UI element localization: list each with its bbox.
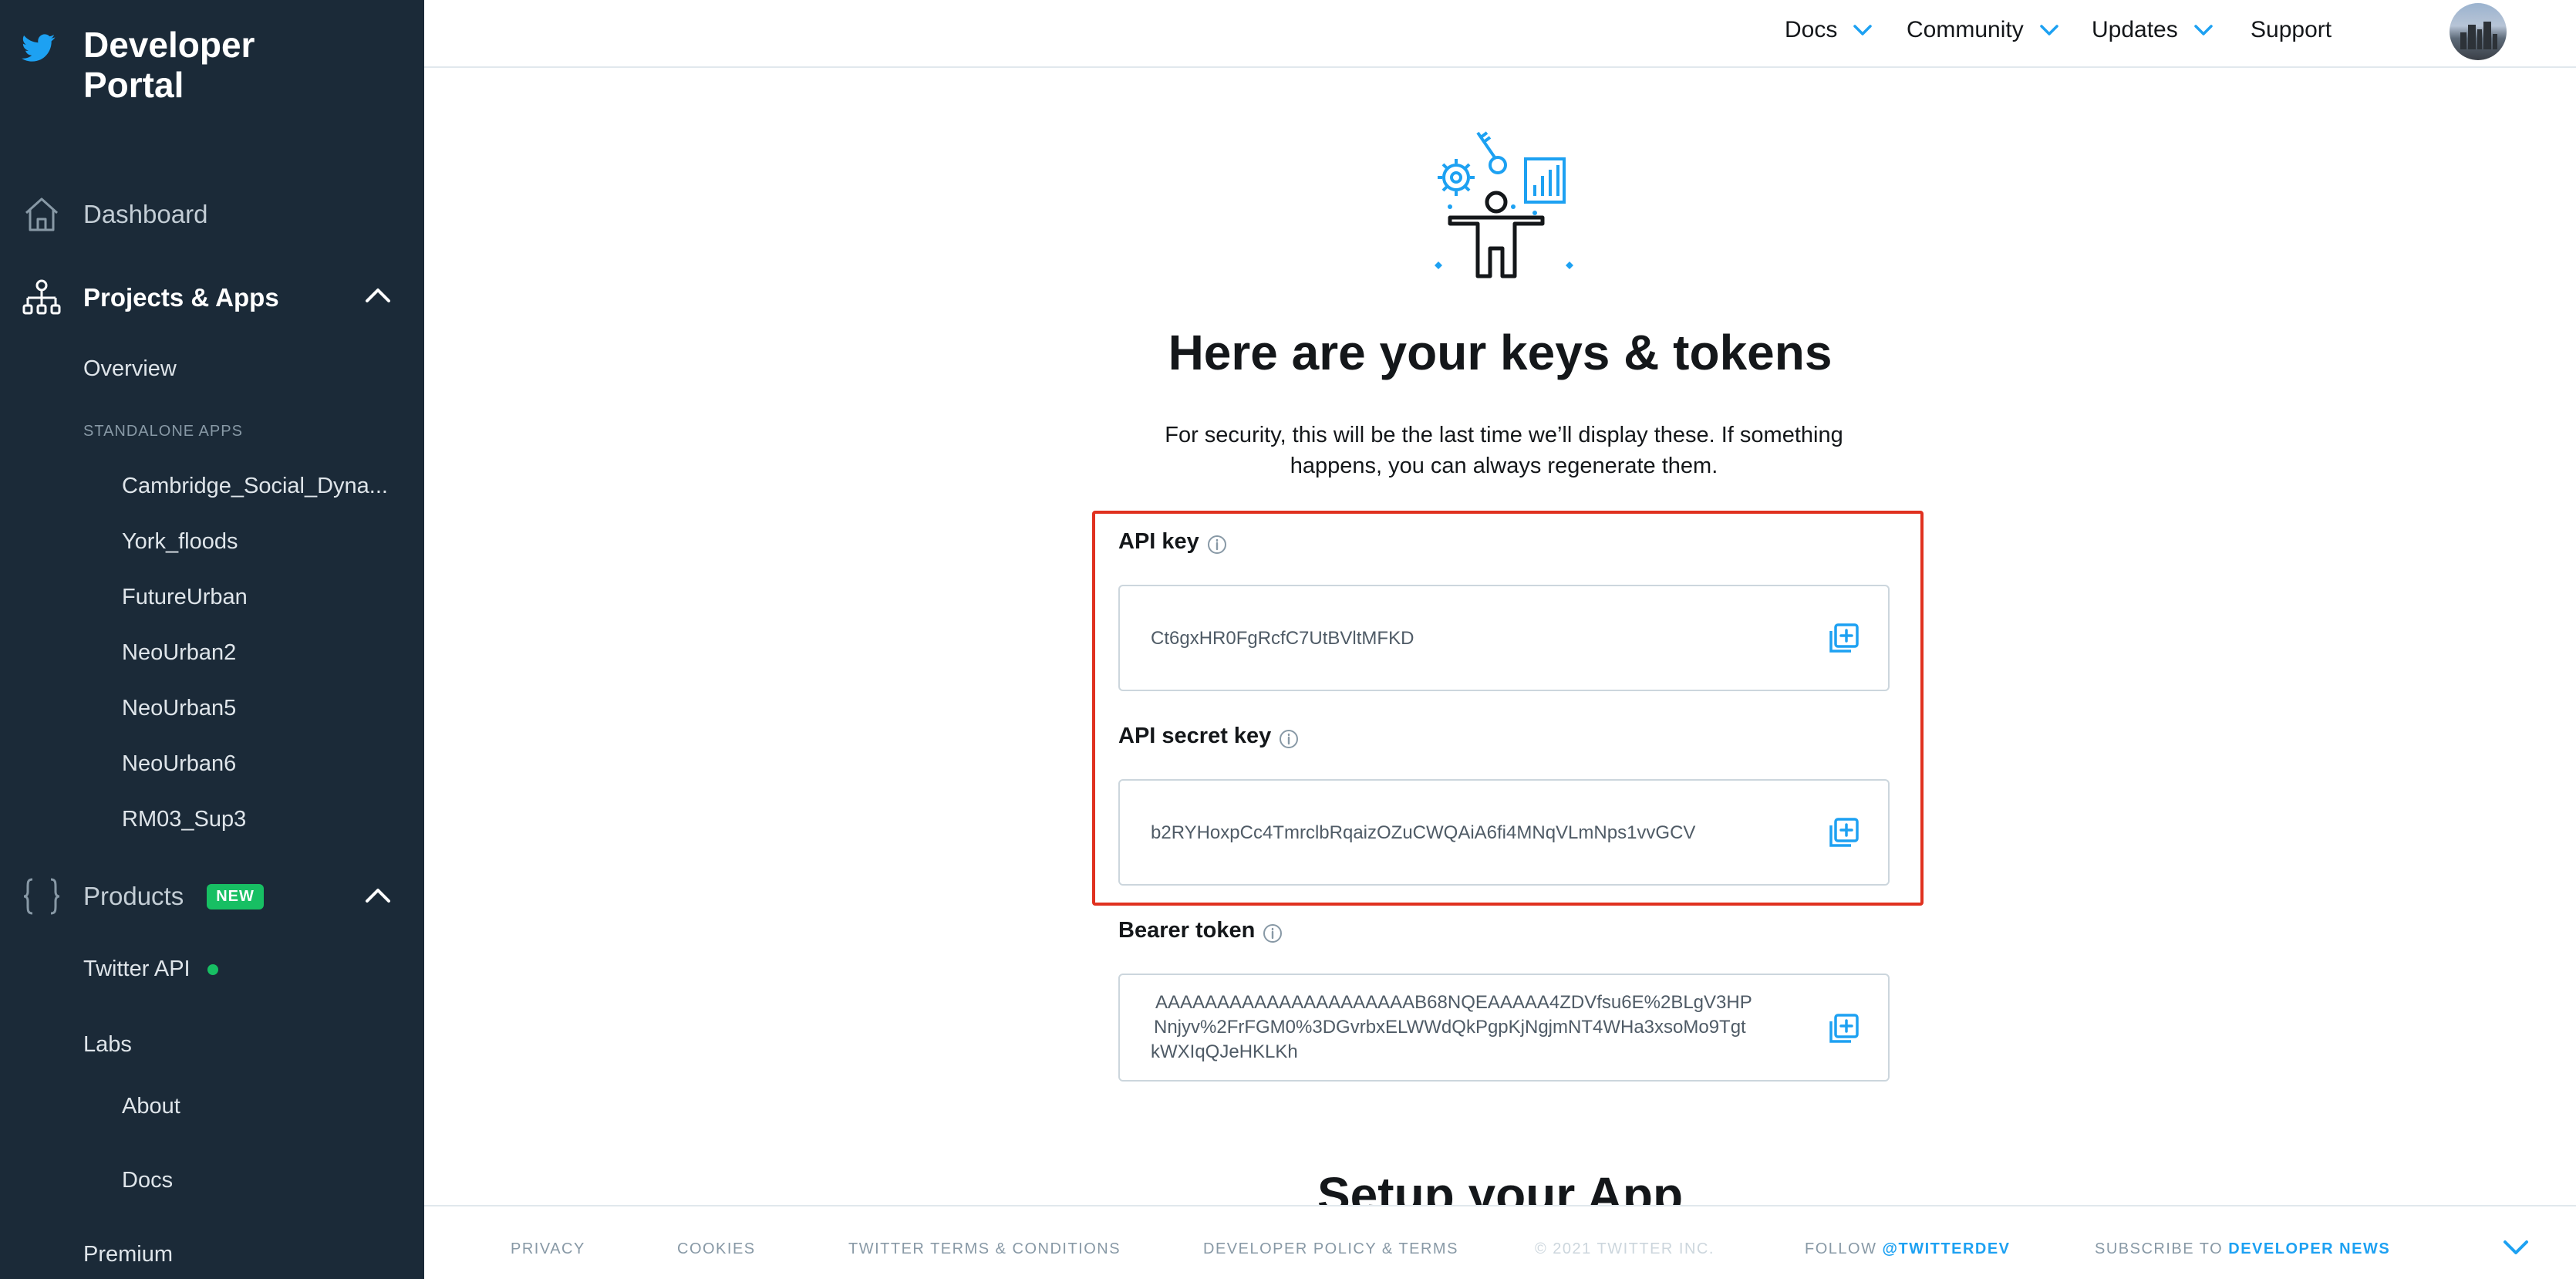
page-title: Here are your keys & tokens bbox=[1168, 325, 1833, 380]
bearer-token-label: Bearer token bbox=[1118, 918, 1283, 943]
footer-cookies-link[interactable]: COOKIES bbox=[677, 1240, 756, 1258]
label-text: Bearer token bbox=[1118, 918, 1256, 943]
new-badge: NEW bbox=[207, 883, 264, 909]
security-notice: For security, this will be the last time… bbox=[1165, 423, 1843, 478]
footer-privacy-link[interactable]: PRIVACY bbox=[511, 1240, 585, 1258]
portal-title: Developer Portal bbox=[83, 25, 255, 105]
sidebar-item-products[interactable]: Products NEW bbox=[22, 876, 264, 916]
sidebar-app-item[interactable]: Cambridge_Social_Dyna... bbox=[122, 474, 388, 499]
sidebar-app-item[interactable]: FutureUrban bbox=[122, 585, 248, 610]
footer-subscribe[interactable]: SUBSCRIBE TO DEVELOPER NEWS bbox=[2095, 1240, 2390, 1258]
api-secret-field[interactable]: b2RYHoxpCc4TmrclbRqaizOZuCWQAiA6fi4MNqVL… bbox=[1118, 779, 1890, 886]
follow-handle-link[interactable]: @TWITTERDEV bbox=[1883, 1240, 2011, 1257]
copy-icon[interactable] bbox=[1826, 816, 1860, 850]
label-text: API secret key bbox=[1118, 724, 1272, 748]
avatar[interactable] bbox=[2450, 3, 2507, 60]
sidebar-item-label: Twitter API bbox=[83, 957, 191, 981]
copy-icon[interactable] bbox=[1826, 622, 1860, 656]
sidebar-item-label: Products bbox=[83, 882, 184, 910]
chevron-down-icon bbox=[1853, 25, 1873, 35]
sidebar-app-item[interactable]: NeoUrban5 bbox=[122, 696, 236, 721]
status-dot bbox=[207, 964, 218, 976]
nav-community[interactable]: Community bbox=[1907, 17, 2059, 43]
footer-copyright: © 2021 TWITTER INC. bbox=[1535, 1240, 1715, 1257]
hierarchy-icon bbox=[22, 279, 61, 315]
chevron-down-icon[interactable] bbox=[2502, 1239, 2530, 1256]
nav-label: Support bbox=[2251, 17, 2332, 42]
home-icon bbox=[25, 197, 59, 231]
sidebar: Developer Portal Dashboard Projects & Ap… bbox=[0, 0, 424, 1279]
follow-prefix: FOLLOW bbox=[1805, 1240, 1877, 1257]
braces-icon bbox=[23, 878, 60, 915]
brand[interactable]: Developer Portal bbox=[22, 25, 315, 105]
sidebar-item-premium[interactable]: Premium bbox=[83, 1242, 173, 1267]
sidebar-item-labs[interactable]: Labs bbox=[83, 1032, 132, 1058]
api-secret-label: API secret key bbox=[1118, 724, 1299, 749]
api-key-label: API key bbox=[1118, 529, 1227, 555]
bearer-token-line: kWXIqQJeHKLKh bbox=[1151, 1041, 1298, 1062]
nav-label: Docs bbox=[1785, 17, 1838, 42]
standalone-apps-caption: STANDALONE APPS bbox=[83, 423, 243, 440]
nav-docs[interactable]: Docs bbox=[1785, 17, 1873, 43]
sidebar-item-twitter-api[interactable]: Twitter API bbox=[83, 957, 218, 982]
chevron-down-icon bbox=[2194, 25, 2213, 35]
top-navigation: Docs Community Updates Support bbox=[424, 0, 2576, 68]
twitter-bird-icon bbox=[22, 34, 56, 62]
info-icon[interactable] bbox=[1279, 729, 1299, 749]
nav-label: Updates bbox=[2092, 17, 2178, 42]
sidebar-item-dashboard[interactable]: Dashboard bbox=[22, 194, 207, 235]
info-icon[interactable] bbox=[1263, 923, 1283, 943]
footer-follow[interactable]: FOLLOW @TWITTERDEV bbox=[1805, 1240, 2011, 1258]
chevron-up-icon[interactable] bbox=[364, 886, 392, 904]
sidebar-app-item[interactable]: RM03_Sup3 bbox=[122, 807, 246, 832]
bearer-token-line: Nnjyv%2FrFGM0%3DGvrbxELWWdQkPgpKjNgjmNT4… bbox=[1154, 1017, 1746, 1038]
subscribe-prefix: SUBSCRIBE TO bbox=[2095, 1240, 2224, 1257]
keys-illustration-icon bbox=[1435, 131, 1573, 278]
nav-support[interactable]: Support bbox=[2251, 17, 2332, 43]
api-secret-value: b2RYHoxpCc4TmrclbRqaizOZuCWQAiA6fi4MNqVL… bbox=[1151, 822, 1696, 843]
api-key-field[interactable]: Ct6gxHR0FgRcfC7UtBVltMFKD bbox=[1118, 585, 1890, 691]
footer-terms-link[interactable]: TWITTER TERMS & CONDITIONS bbox=[848, 1240, 1121, 1258]
sidebar-app-item[interactable]: NeoUrban6 bbox=[122, 751, 236, 777]
sidebar-item-docs[interactable]: Docs bbox=[122, 1168, 173, 1193]
footer: PRIVACY COOKIES TWITTER TERMS & CONDITIO… bbox=[424, 1205, 2576, 1279]
nav-label: Community bbox=[1907, 17, 2024, 42]
nav-updates[interactable]: Updates bbox=[2092, 17, 2214, 43]
copy-icon[interactable] bbox=[1826, 1012, 1860, 1046]
sidebar-item-label: Dashboard bbox=[83, 200, 208, 228]
bearer-token-line: AAAAAAAAAAAAAAAAAAAAAB68NQEAAAAA4ZDVfsu6… bbox=[1155, 992, 1752, 1013]
sidebar-item-overview[interactable]: Overview bbox=[83, 356, 177, 382]
sidebar-item-label: Projects & Apps bbox=[83, 283, 279, 312]
sidebar-app-item[interactable]: York_floods bbox=[122, 529, 238, 555]
api-key-value: Ct6gxHR0FgRcfC7UtBVltMFKD bbox=[1151, 628, 1414, 649]
sidebar-item-projects-apps[interactable]: Projects & Apps bbox=[22, 278, 279, 318]
chevron-down-icon bbox=[2039, 25, 2058, 35]
bearer-token-field[interactable]: AAAAAAAAAAAAAAAAAAAAAB68NQEAAAAA4ZDVfsu6… bbox=[1118, 974, 1890, 1082]
info-icon[interactable] bbox=[1207, 535, 1227, 555]
footer-policy-link[interactable]: DEVELOPER POLICY & TERMS bbox=[1203, 1240, 1458, 1258]
sidebar-item-about[interactable]: About bbox=[122, 1094, 180, 1119]
label-text: API key bbox=[1118, 529, 1199, 554]
sidebar-app-item[interactable]: NeoUrban2 bbox=[122, 640, 236, 666]
subscribe-link[interactable]: DEVELOPER NEWS bbox=[2228, 1240, 2390, 1257]
chevron-up-icon[interactable] bbox=[364, 285, 392, 304]
